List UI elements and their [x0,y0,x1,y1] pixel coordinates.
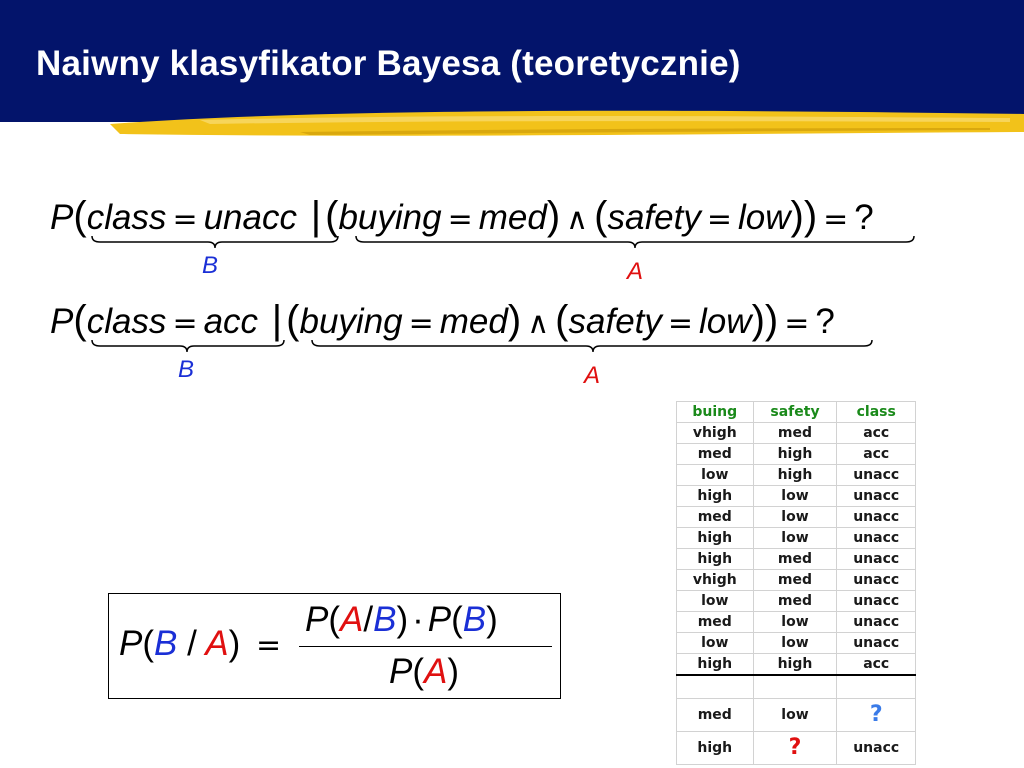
brace-A [311,339,873,353]
brace-B [91,339,285,353]
query-row: high ? unacc [676,731,916,765]
label-B: B [202,252,219,279]
header-safety: safety [752,401,838,423]
eq-symbol: P [50,198,74,237]
label-A: A [584,362,601,389]
table-row: low med unacc [676,590,916,612]
bayes-formula-box: P(B / A) = P(A/B) · P(B) P(A) [108,593,561,699]
table-row: low high unacc [676,464,916,486]
table-row: vhigh med acc [676,422,916,444]
eq-symbol: P [50,302,74,341]
table-separator-row [676,674,916,699]
brush-stroke-decoration [110,110,1024,136]
bayes-numerator: P(A/B) · P(B) [305,600,498,639]
table-header-row: buing safety class [676,401,916,423]
unknown-safety-qmark: ? [752,731,838,765]
table-row: med low unacc [676,506,916,528]
query-row: med low ? [676,698,916,732]
fraction-line [299,646,552,647]
header-buing: buing [676,401,754,423]
table-row: high low unacc [676,527,916,549]
brace-B [91,235,339,249]
table-row: med low unacc [676,611,916,633]
label-B: B [178,356,195,383]
brace-A [355,235,915,249]
slide-title: Naiwny klasyfikator Bayesa (teoretycznie… [36,44,741,83]
table-row: high med unacc [676,548,916,570]
table-row: med high acc [676,443,916,465]
label-A: A [627,258,644,285]
bayes-denominator: P(A) [389,652,460,691]
table-row: high high acc [676,653,916,676]
training-data-table: buing safety class vhigh med acc med high ac… [676,401,916,765]
table-row: vhigh med unacc [676,569,916,591]
header-class: class [836,401,916,423]
bayes-lhs: P(B / A) = [119,624,282,663]
table-row: high low unacc [676,485,916,507]
unknown-class-qmark: ? [836,698,916,732]
table-row: low low unacc [676,632,916,654]
